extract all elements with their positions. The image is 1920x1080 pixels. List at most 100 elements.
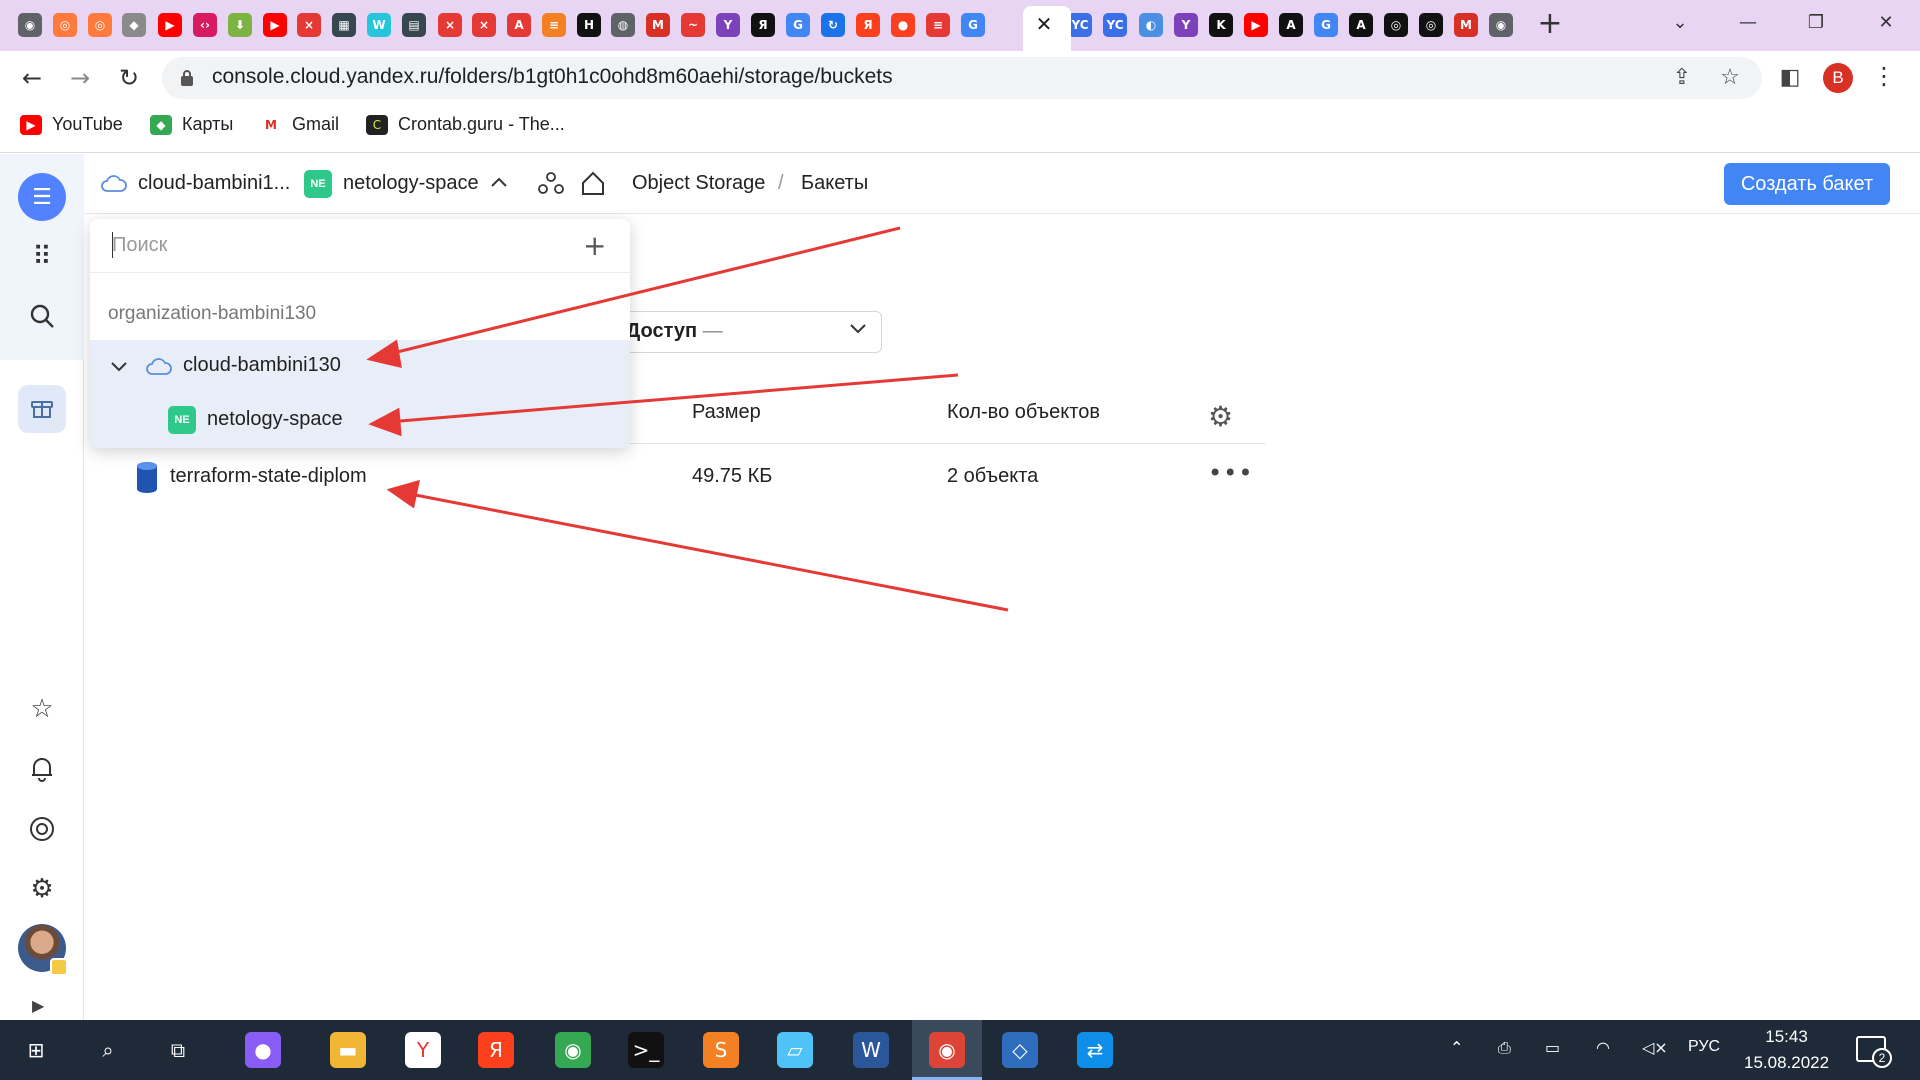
search-icon[interactable] (18, 292, 66, 340)
object-storage-icon[interactable] (18, 385, 66, 433)
yandex-browser-icon[interactable]: ◎ (88, 13, 112, 37)
browser-menu-icon[interactable]: ⋮ (1872, 62, 1896, 90)
xpath-icon[interactable]: × (438, 13, 462, 37)
xpath-icon[interactable]: × (297, 13, 321, 37)
table-settings-gear-icon[interactable]: ⚙ (1208, 400, 1233, 433)
bookmark-star-icon[interactable]: ☆ (1716, 64, 1744, 92)
column-header-count[interactable]: Кол-во объектов (947, 401, 1100, 424)
code-icon[interactable]: ‹› (193, 13, 217, 37)
google-icon[interactable]: G (786, 13, 810, 37)
chrome-profile-taskbar-icon[interactable]: ◉ (929, 1032, 965, 1068)
image-icon[interactable]: ▦ (332, 13, 356, 37)
yc-icon[interactable]: YC (1068, 13, 1092, 37)
all-services-grid-icon[interactable]: ⠿ (18, 233, 66, 281)
chrome-taskbar-icon[interactable]: ◉ (555, 1032, 591, 1068)
chrome-icon[interactable]: ◉ (1489, 13, 1513, 37)
wifi-icon[interactable]: ◠ (1596, 1038, 1610, 1057)
support-lifebuoy-icon[interactable] (18, 805, 66, 853)
google-icon[interactable]: G (961, 13, 985, 37)
folder-breadcrumb[interactable]: netology-space (343, 172, 479, 195)
virtualbox-icon[interactable]: ◇ (1002, 1032, 1038, 1068)
row-actions-icon[interactable]: ••• (1208, 459, 1253, 487)
ansible-icon[interactable]: A (1279, 13, 1303, 37)
youtube-icon[interactable]: ▶ (158, 13, 182, 37)
window-close-icon[interactable]: ✕ (1864, 6, 1908, 40)
yandex-browser-taskbar-icon[interactable]: Я (478, 1032, 514, 1068)
bucket-name[interactable]: terraform-state-diplom (170, 465, 367, 488)
bookmark-gmail[interactable]: M Gmail (260, 114, 339, 135)
chevron-down-icon[interactable] (848, 318, 868, 338)
file-explorer-icon[interactable]: ▬ (330, 1032, 366, 1068)
tab-close-icon[interactable]: ✕ (1032, 11, 1056, 37)
bookmark-crontab[interactable]: C Crontab.guru - The... (366, 114, 565, 135)
gmail-icon[interactable]: M (646, 13, 670, 37)
ansible-icon[interactable]: A (1349, 13, 1373, 37)
sync-icon[interactable]: ↻ (821, 13, 845, 37)
address-url[interactable]: console.cloud.yandex.ru/folders/b1gt0h1c… (212, 65, 893, 89)
hashicorp-icon[interactable]: H (577, 13, 601, 37)
collapse-nav-icon[interactable]: ▶ (32, 996, 44, 1015)
slides-icon[interactable]: ≡ (926, 13, 950, 37)
forward-arrow-icon[interactable]: → (64, 62, 96, 94)
home-icon[interactable] (579, 169, 607, 197)
chrome-icon[interactable]: ◉ (18, 13, 42, 37)
dropdown-cloud-item[interactable]: cloud-bambini130 (183, 354, 341, 377)
yc-icon[interactable]: YC (1103, 13, 1127, 37)
terraform-icon[interactable]: Y (716, 13, 740, 37)
profile-avatar[interactable]: B (1823, 63, 1853, 93)
add-folder-plus-icon[interactable]: + (583, 229, 606, 262)
new-tab-button[interactable]: + (1535, 9, 1565, 40)
k-icon[interactable]: K (1209, 13, 1233, 37)
yandex-icon[interactable]: Я (856, 13, 880, 37)
xpath-icon[interactable]: × (472, 13, 496, 37)
meet-now-icon[interactable]: ⎙ (1498, 1038, 1511, 1058)
task-view-icon[interactable]: ⧉ (160, 1032, 196, 1068)
youtube-icon[interactable]: ▶ (1244, 13, 1268, 37)
terminal-icon[interactable]: >_ (628, 1032, 664, 1068)
word-icon[interactable]: W (853, 1032, 889, 1068)
w-icon[interactable]: W (367, 13, 391, 37)
download-icon[interactable]: ⬇ (228, 13, 252, 37)
terraform-icon[interactable]: Y (1174, 13, 1198, 37)
reload-icon[interactable]: ↻ (113, 62, 145, 94)
notepad-icon[interactable]: ▱ (777, 1032, 813, 1068)
youtube-icon[interactable]: ▶ (263, 13, 287, 37)
globe-icon[interactable]: ◍ (611, 13, 635, 37)
cloud-breadcrumb[interactable]: cloud-bambini1... (138, 172, 290, 195)
folder-search-input[interactable]: Поиск (112, 234, 167, 257)
sublime-text-icon[interactable]: S (703, 1032, 739, 1068)
create-bucket-button[interactable]: Создать бакет (1724, 163, 1890, 205)
expand-chevron-down-icon[interactable] (110, 360, 128, 374)
tray-chevron-icon[interactable]: ⌃ (1450, 1038, 1463, 1057)
side-panel-icon[interactable]: ◧ (1776, 64, 1804, 92)
yandex-browser-icon[interactable]: ◎ (53, 13, 77, 37)
bookmark-maps[interactable]: ◆ Карты (150, 114, 233, 135)
tab-search-chevron-icon[interactable]: ⌄ (1658, 6, 1702, 40)
battery-icon[interactable]: ▭ (1545, 1038, 1560, 1057)
github-icon[interactable]: ◎ (1419, 13, 1443, 37)
yandex-app-icon[interactable]: Y (405, 1032, 441, 1068)
minimize-icon[interactable]: — (1726, 6, 1770, 40)
windows-start-icon[interactable]: ⊞ (18, 1032, 54, 1068)
back-arrow-icon[interactable]: ← (16, 62, 48, 94)
breadcrumb-object-storage[interactable]: Object Storage (632, 172, 765, 195)
notifications-bell-icon[interactable] (18, 745, 66, 793)
teamviewer-icon[interactable]: ⇄ (1077, 1032, 1113, 1068)
gitlab-icon[interactable]: ◆ (122, 13, 146, 37)
bookmark-youtube[interactable]: ▶ YouTube (20, 114, 123, 135)
dropdown-folder-item[interactable]: netology-space (207, 408, 343, 431)
gmail-icon[interactable]: M (1454, 13, 1478, 37)
compass-icon[interactable]: ◐ (1139, 13, 1163, 37)
system-clock[interactable]: 15:43 15.08.2022 (1744, 1024, 1829, 1076)
github-icon[interactable]: ◎ (1384, 13, 1408, 37)
taskbar-search-icon[interactable]: ⌕ (90, 1032, 126, 1068)
google-icon[interactable]: G (1314, 13, 1338, 37)
input-language[interactable]: РУС (1688, 1038, 1720, 1056)
services-hub-icon[interactable] (537, 171, 565, 199)
cloud-console-logo-icon[interactable]: ☰ (18, 173, 66, 221)
doc-icon[interactable]: ▤ (402, 13, 426, 37)
favorites-star-icon[interactable]: ☆ (18, 685, 66, 733)
share-icon[interactable]: ⇪ (1668, 64, 1696, 92)
alice-assistant-icon[interactable]: ● (245, 1032, 281, 1068)
column-header-size[interactable]: Размер (692, 401, 761, 424)
